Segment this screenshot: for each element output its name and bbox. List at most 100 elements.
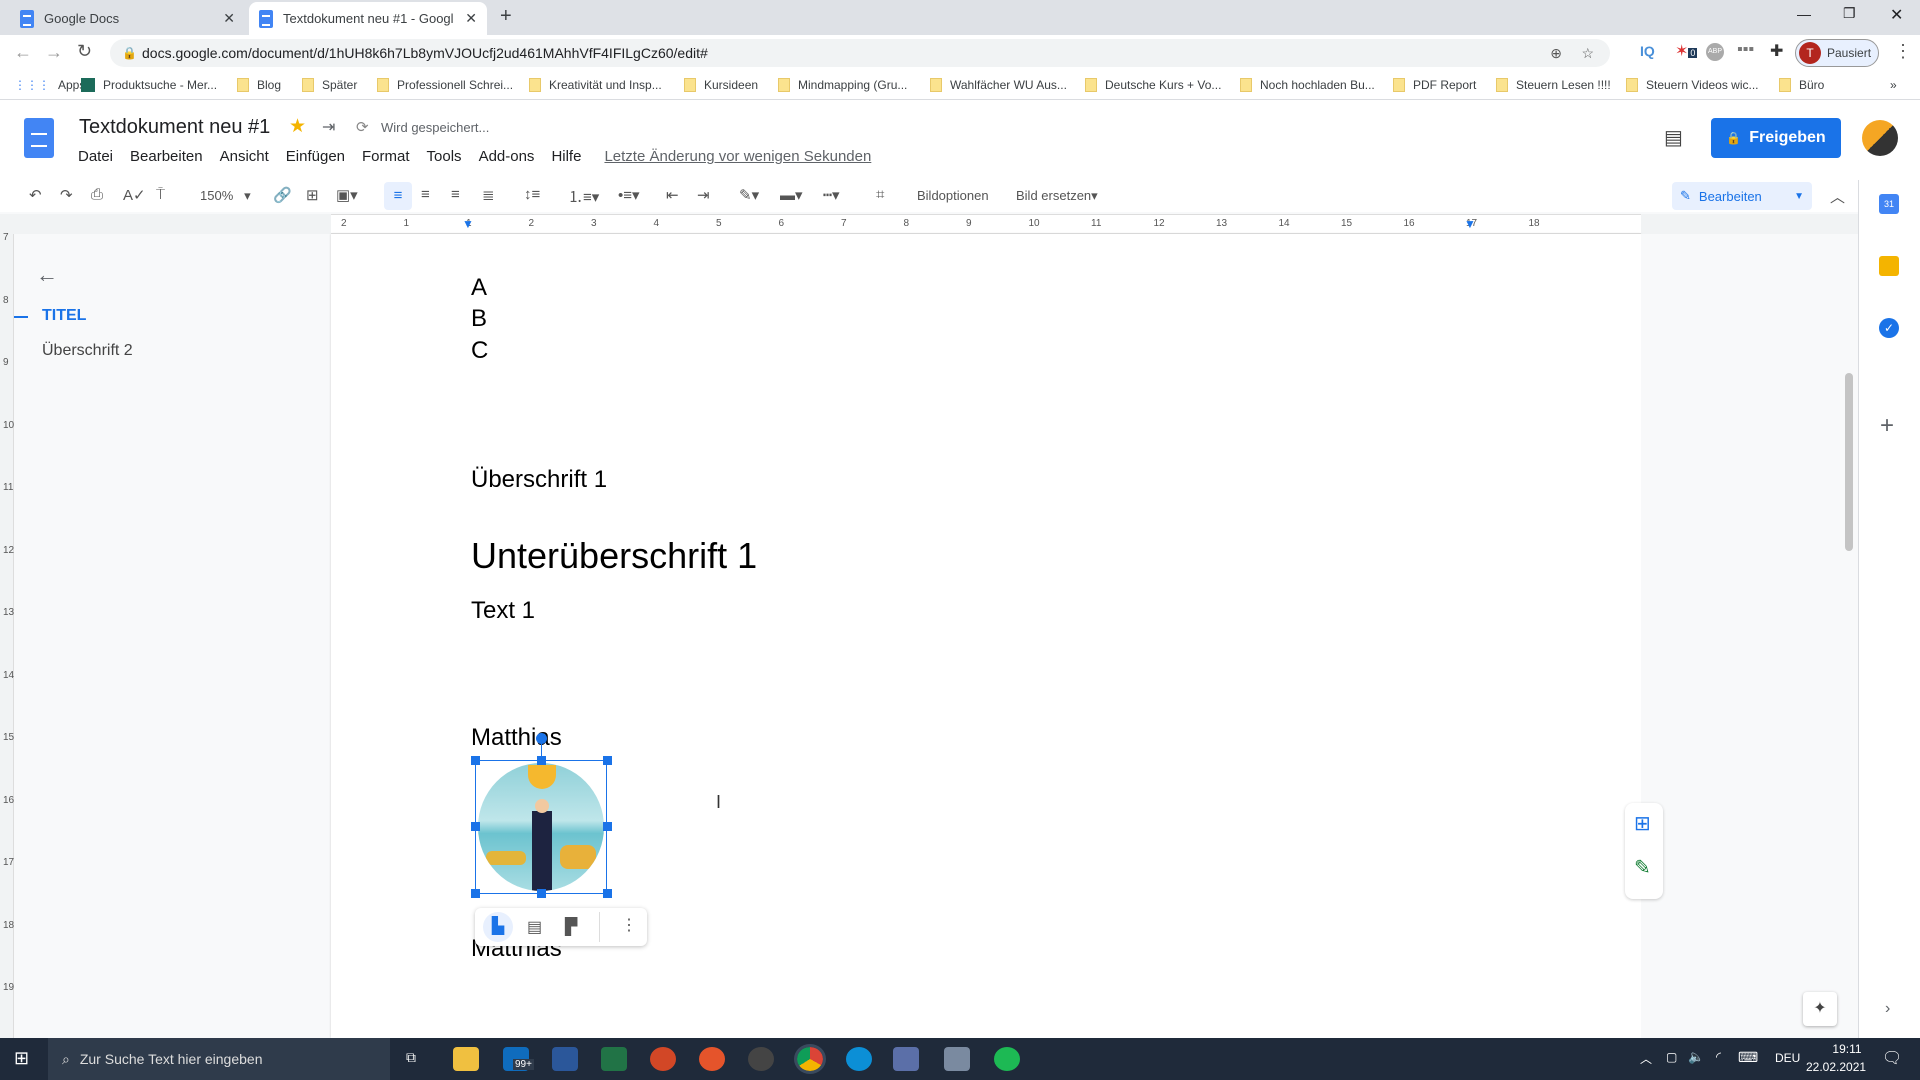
outlook-icon[interactable]: 99+: [503, 1047, 534, 1071]
bookmark-item[interactable]: Deutsche Kurs + Vo...: [1085, 78, 1221, 92]
obs-icon[interactable]: [748, 1047, 774, 1071]
bookmark-item[interactable]: Steuern Lesen !!!!: [1496, 78, 1611, 92]
bookmark-item[interactable]: Mindmapping (Gru...: [778, 78, 907, 92]
subheading[interactable]: Unterüberschrift 1: [471, 535, 757, 577]
camera-icon[interactable]: ▢: [1666, 1050, 1677, 1064]
bookmark-item[interactable]: Später: [302, 78, 357, 92]
close-outline-icon[interactable]: ←: [36, 262, 58, 288]
extensions-puzzle-icon[interactable]: ✚: [1770, 41, 1783, 61]
tab-textdokument[interactable]: Textdokument neu #1 - Google D ✕: [249, 2, 487, 35]
move-folder-icon[interactable]: ⇥: [322, 117, 335, 137]
outline-item-titel[interactable]: TITEL: [42, 307, 86, 325]
bookmark-item[interactable]: Kreativität und Insp...: [529, 78, 662, 92]
bookmark-item[interactable]: Blog: [237, 78, 281, 92]
grid-extension-icon[interactable]: ▪▪▪: [1737, 41, 1754, 59]
powerpoint-icon[interactable]: [650, 1047, 676, 1071]
bookmark-star-icon[interactable]: ☆: [1581, 39, 1594, 67]
edge-icon[interactable]: [846, 1047, 872, 1071]
spellcheck-icon[interactable]: A✓: [123, 186, 146, 204]
add-comment-icon[interactable]: ⊞: [1634, 811, 1651, 836]
tray-chevron-icon[interactable]: ︿: [1640, 1050, 1652, 1067]
chrome-icon[interactable]: [794, 1044, 826, 1074]
collapse-toolbar-icon[interactable]: ︿: [1830, 186, 1845, 207]
resize-handle[interactable]: [537, 889, 546, 898]
left-indent-marker[interactable]: ▼: [462, 217, 474, 231]
line-spacing-icon[interactable]: ↕≡: [524, 186, 540, 203]
close-tab-icon[interactable]: ✕: [465, 10, 477, 27]
language-indicator[interactable]: DEU: [1775, 1051, 1800, 1065]
bookmark-item[interactable]: Noch hochladen Bu...: [1240, 78, 1375, 92]
add-comment-icon[interactable]: ⊞: [306, 186, 319, 204]
paint-format-icon[interactable]: ⍑: [156, 186, 165, 203]
menu-addons[interactable]: Add-ons: [479, 148, 535, 165]
selected-image[interactable]: [475, 760, 607, 894]
iq-extension-icon[interactable]: IQ: [1640, 43, 1655, 59]
menu-hilfe[interactable]: Hilfe: [551, 148, 581, 165]
share-button[interactable]: 🔒 Freigeben: [1711, 118, 1841, 158]
profile-button[interactable]: T Pausiert: [1795, 39, 1879, 67]
bookmark-item[interactable]: Steuern Videos wic...: [1626, 78, 1759, 92]
paragraph-c[interactable]: C: [471, 337, 488, 365]
bulleted-list-icon[interactable]: •≡▾: [618, 186, 640, 204]
tab-google-docs[interactable]: Google Docs ✕: [10, 2, 245, 35]
menu-bearbeiten[interactable]: Bearbeiten: [130, 148, 203, 165]
more-options-icon[interactable]: ⋮: [621, 915, 637, 935]
menu-tools[interactable]: Tools: [427, 148, 462, 165]
align-right-icon[interactable]: ≡: [451, 186, 460, 203]
justify-icon[interactable]: ≣: [482, 186, 495, 204]
paragraph-a[interactable]: A: [471, 274, 487, 302]
resize-handle[interactable]: [471, 889, 480, 898]
taskbar-search[interactable]: ⌕ Zur Suche Text hier eingeben: [48, 1038, 390, 1080]
tasks-icon[interactable]: ✓: [1879, 318, 1899, 338]
crop-icon[interactable]: ⌗: [876, 186, 884, 203]
horizontal-ruler[interactable]: 2 1 1 2 3 4 5 6 7 8 9 10 11 12 13 14 15 16 17 18 ▼ ▼: [331, 214, 1641, 234]
image-options-button[interactable]: Bildoptionen: [917, 188, 989, 203]
numbered-list-icon[interactable]: ⒈≡▾: [568, 186, 599, 207]
menu-kebab-icon[interactable]: ⋮: [1894, 41, 1912, 62]
align-center-icon[interactable]: ≡: [421, 186, 430, 203]
star-icon[interactable]: ★: [289, 115, 306, 138]
border-weight-icon[interactable]: ▬▾: [780, 186, 803, 204]
user-avatar[interactable]: [1862, 120, 1898, 156]
bookmark-item[interactable]: Kursideen: [684, 78, 758, 92]
print-icon[interactable]: ⎙: [91, 186, 103, 203]
keyboard-icon[interactable]: ⌨: [1738, 1049, 1758, 1066]
inline-layout-icon[interactable]: ▙: [483, 912, 513, 942]
last-edit-link[interactable]: Letzte Änderung vor wenigen Sekunden: [604, 148, 871, 165]
excel-icon[interactable]: [601, 1047, 627, 1071]
back-icon[interactable]: ←: [14, 42, 32, 63]
docs-logo-icon[interactable]: [24, 118, 54, 158]
menu-format[interactable]: Format: [362, 148, 410, 165]
task-view-icon[interactable]: ⧉: [406, 1049, 416, 1066]
extension-icon[interactable]: ✶ 0: [1675, 41, 1698, 61]
undo-icon[interactable]: ↶: [29, 186, 42, 204]
resize-handle[interactable]: [603, 889, 612, 898]
resize-handle[interactable]: [603, 822, 612, 831]
editing-mode-select[interactable]: ✎ Bearbeiten ▼: [1672, 182, 1812, 210]
add-addon-icon[interactable]: +: [1880, 412, 1894, 440]
word-icon[interactable]: [552, 1047, 578, 1071]
text-1[interactable]: Text 1: [471, 597, 535, 625]
zoom-icon[interactable]: ⊕: [1550, 39, 1562, 67]
bookmark-item[interactable]: PDF Report: [1393, 78, 1476, 92]
windows-start-icon[interactable]: ⊞: [14, 1048, 29, 1069]
link-icon[interactable]: 🔗: [273, 186, 292, 204]
scrollbar-thumb[interactable]: [1845, 373, 1853, 551]
insert-image-icon[interactable]: ▣▾: [336, 186, 358, 204]
bookmark-item[interactable]: Wahlfächer WU Aus...: [930, 78, 1067, 92]
border-color-icon[interactable]: ✎▾: [739, 186, 759, 204]
adblock-icon[interactable]: ABP: [1706, 43, 1724, 61]
wifi-icon[interactable]: ◜: [1716, 1049, 1721, 1065]
border-dash-icon[interactable]: ┅▾: [823, 186, 840, 204]
heading-1[interactable]: Überschrift 1: [471, 466, 607, 494]
wrap-text-icon[interactable]: ▤: [527, 917, 542, 937]
clock-date[interactable]: 22.02.2021: [1806, 1060, 1866, 1074]
volume-icon[interactable]: 🔈: [1688, 1049, 1704, 1065]
menu-ansicht[interactable]: Ansicht: [220, 148, 269, 165]
file-explorer-icon[interactable]: [453, 1047, 479, 1071]
reload-icon[interactable]: ↻: [77, 41, 92, 62]
menu-einfuegen[interactable]: Einfügen: [286, 148, 345, 165]
increase-indent-icon[interactable]: ⇥: [697, 186, 710, 204]
align-left-icon[interactable]: ≡: [384, 182, 412, 210]
redo-icon[interactable]: ↷: [60, 186, 73, 204]
